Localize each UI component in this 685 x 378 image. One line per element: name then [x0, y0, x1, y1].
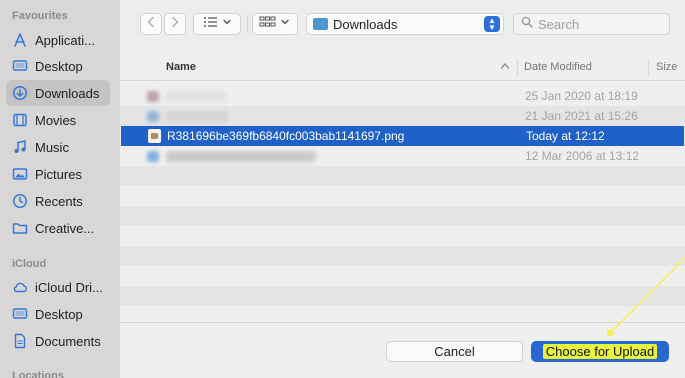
- documents-icon: [12, 333, 28, 349]
- cancel-button-label: Cancel: [434, 344, 475, 359]
- image-file-icon: [148, 129, 161, 143]
- sidebar-section-locations: Locations: [12, 370, 64, 378]
- column-header-name[interactable]: Name: [166, 61, 196, 73]
- chevron-up-icon[interactable]: [500, 61, 510, 73]
- movies-icon: [12, 112, 28, 128]
- table-row-empty: [120, 306, 685, 326]
- table-row-empty: [120, 226, 685, 246]
- table-row[interactable]: 12 Mar 2006 at 13:12: [120, 146, 685, 166]
- sidebar-item-movies[interactable]: Movies: [6, 107, 110, 133]
- sidebar-item-desktop[interactable]: Desktop: [6, 53, 110, 79]
- applications-icon: [12, 32, 28, 48]
- file-thumbnail: [147, 151, 159, 162]
- cancel-button[interactable]: Cancel: [386, 341, 523, 362]
- folder-icon: [12, 220, 28, 236]
- desktop-icon: [12, 306, 28, 322]
- back-button[interactable]: [140, 13, 162, 35]
- sidebar-section-favourites: Favourites: [12, 10, 68, 22]
- row-filename: R381696be369fb6840fc003bab1141697.png: [167, 129, 405, 143]
- table-row[interactable]: 25 Jan 2020 at 18:19: [120, 86, 685, 106]
- blurred-filename: [166, 91, 226, 102]
- sidebar-item-music[interactable]: Music: [6, 134, 110, 160]
- table-row-empty: [120, 266, 685, 286]
- table-row-empty: [120, 186, 685, 206]
- sidebar-item-label: Desktop: [35, 306, 83, 322]
- location-dropdown[interactable]: Downloads ▲ ▼: [306, 13, 504, 35]
- sidebar-item-label: Pictures: [35, 166, 82, 182]
- music-icon: [12, 139, 28, 155]
- table-row[interactable]: 21 Jan 2021 at 15:26: [120, 106, 685, 126]
- sidebar-item-downloads[interactable]: Downloads: [6, 80, 110, 106]
- sidebar-item-recents[interactable]: Recents: [6, 188, 110, 214]
- chevron-right-icon: [170, 15, 180, 33]
- location-label: Downloads: [333, 16, 398, 32]
- column-header-row: Name Date Modified Size: [120, 55, 685, 81]
- blurred-filename: [166, 111, 228, 122]
- icloud-icon: [12, 279, 28, 295]
- sidebar-item-label: Downloads: [35, 85, 100, 101]
- folder-icon: [313, 18, 328, 30]
- column-divider[interactable]: [648, 59, 649, 77]
- table-row-selected[interactable]: R381696be369fb6840fc003bab1141697.png To…: [121, 126, 684, 146]
- pictures-icon: [12, 166, 28, 182]
- sidebar-item-label: Creative...: [35, 220, 95, 236]
- recents-icon: [12, 193, 28, 209]
- search-icon: [521, 15, 533, 33]
- file-thumbnail: [147, 111, 159, 122]
- list-view-icon: [202, 15, 232, 33]
- sidebar-item-label: Recents: [35, 193, 83, 209]
- choose-for-upload-button[interactable]: Choose for Upload: [531, 341, 669, 362]
- search-field[interactable]: [513, 13, 670, 35]
- file-list: 25 Jan 2020 at 18:19 21 Jan 2021 at 15:2…: [120, 82, 685, 322]
- sidebar-item-label: Applicati...: [35, 32, 95, 48]
- row-date: 21 Jan 2021 at 15:26: [525, 109, 638, 123]
- sidebar-item-icloud-drive[interactable]: iCloud Dri...: [6, 274, 110, 300]
- choose-button-label: Choose for Upload: [542, 344, 658, 359]
- file-thumbnail: [147, 91, 159, 102]
- column-header-size[interactable]: Size: [656, 61, 677, 73]
- row-date: Today at 12:12: [526, 129, 605, 143]
- table-row-empty: [120, 166, 685, 186]
- toolbar: Downloads ▲ ▼: [120, 0, 685, 50]
- file-browser: Downloads ▲▼ Name Date Modified Size 25 …: [120, 0, 685, 378]
- toolbar-separator: [247, 15, 248, 33]
- column-divider[interactable]: [517, 59, 518, 77]
- sidebar-item-label: Movies: [35, 112, 77, 128]
- table-row-empty: [120, 206, 685, 226]
- downloads-icon: [12, 85, 28, 101]
- chevron-updown-icon: ▲ ▼: [484, 16, 500, 32]
- sidebar-item-label: Desktop: [35, 58, 83, 74]
- blurred-filename: [166, 151, 316, 162]
- sidebar-item-documents[interactable]: Documents: [6, 328, 110, 354]
- divider: [120, 322, 685, 323]
- table-row-empty: [120, 286, 685, 306]
- forward-button[interactable]: [164, 13, 186, 35]
- sidebar-item-label: iCloud Dri...: [35, 279, 103, 295]
- row-date: 25 Jan 2020 at 18:19: [525, 89, 638, 103]
- search-input[interactable]: [538, 16, 658, 32]
- table-row-empty: [120, 246, 685, 266]
- chevron-left-icon: [146, 15, 156, 33]
- sidebar-item-label: Documents: [35, 333, 101, 349]
- sidebar: Favourites Applicati... Desktop Download…: [0, 0, 120, 378]
- grid-view-icon: [259, 15, 291, 33]
- row-date: 12 Mar 2006 at 13:12: [525, 149, 640, 163]
- sidebar-section-icloud: iCloud: [12, 258, 47, 270]
- sidebar-item-applications[interactable]: Applicati...: [6, 27, 110, 53]
- grid-view-button[interactable]: [252, 13, 298, 35]
- desktop-icon: [12, 58, 28, 74]
- list-view-button[interactable]: [193, 13, 241, 35]
- sidebar-item-pictures[interactable]: Pictures: [6, 161, 110, 187]
- sidebar-item-icloud-desktop[interactable]: Desktop: [6, 301, 110, 327]
- sidebar-item-creative[interactable]: Creative...: [6, 215, 110, 241]
- column-header-date-modified[interactable]: Date Modified: [524, 61, 592, 73]
- sidebar-item-label: Music: [35, 139, 69, 155]
